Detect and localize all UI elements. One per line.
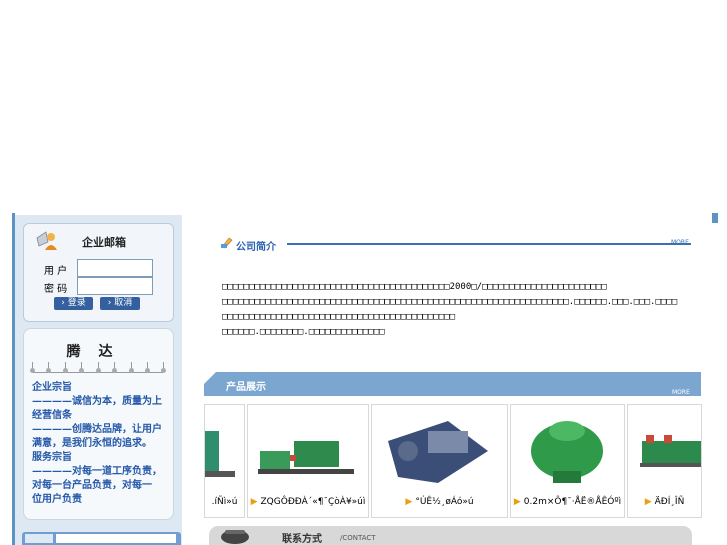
products-title: 产品展示 xyxy=(226,382,266,393)
search-label-box xyxy=(25,534,53,543)
motto-line: 服务宗旨 xyxy=(32,452,72,463)
intro-line: □□□□□□□□□□□□□□□□□□□□□□□□□□□□□□□□□□□□□□□□… xyxy=(222,312,455,322)
products-more-link[interactable]: MORE xyxy=(672,389,690,396)
product-label: ▶ 0.2m×Ô¶¯·ÅË®ÅÊÓºì xyxy=(513,497,622,507)
motto-line: 企业宗旨 xyxy=(32,382,72,393)
product-image xyxy=(640,435,701,467)
product-card[interactable]: ▶ ÄÐÍ¸ÎÑ xyxy=(627,404,702,518)
product-label-text: 0.2m×Ô¶¯·ÅË®ÅÊÓºì xyxy=(523,497,622,507)
mail-user-icon xyxy=(36,231,57,250)
intro-more-link[interactable]: MORE xyxy=(671,239,689,246)
intro-text: □□□□□□□□□□□□□□□□□□□□□□□□□□□□□□□□□□□□□□□□… xyxy=(222,280,692,340)
cancel-button-label: 取消 xyxy=(114,298,133,308)
search-strip xyxy=(22,532,181,545)
product-label: .íÑì»ú xyxy=(211,497,238,507)
password-label: 密 码 xyxy=(44,284,68,295)
product-card[interactable]: ▶ ZQGÔÐÐÀ´«¶¯ÇòÀ¥»úì xyxy=(247,404,369,518)
cancel-button[interactable]: › 取消 xyxy=(100,297,140,310)
intro-title: 公司简介 xyxy=(236,242,276,253)
product-label-text: ÄÐÍ¸ÎÑ xyxy=(654,497,685,507)
contact-title: 联系方式 xyxy=(282,534,322,545)
product-label-text: °ÚÊ½¸øÁó»ú xyxy=(415,497,474,507)
ruler-decoration xyxy=(30,362,166,373)
product-card[interactable]: .íÑì»ú xyxy=(204,404,245,518)
product-image xyxy=(388,421,488,483)
login-button-label: 登录 xyxy=(67,298,86,308)
motto-line: 满意，是我们永恒的追求。 xyxy=(32,438,152,449)
page-frame-right xyxy=(712,213,718,223)
motto-heading: 腾达 xyxy=(66,344,131,360)
password-input[interactable] xyxy=(77,277,153,295)
product-card[interactable]: ▶ °ÚÊ½¸øÁó»ú xyxy=(371,404,508,518)
motto-line: 对每一台产品负责，对每一 xyxy=(32,480,152,491)
email-login-box: 企业邮箱 用 户 密 码 › 登录 › 取消 xyxy=(23,223,174,322)
motto-line: ————诚信为本，质量为上 xyxy=(32,396,162,407)
product-image xyxy=(531,421,603,483)
motto-text: 企业宗旨 ————诚信为本，质量为上 经营信条 ————创腾达品牌，让用户 满意… xyxy=(32,381,172,507)
product-label: ▶ ÄÐÍ¸ÎÑ xyxy=(644,497,685,507)
motto-line: 位用户负责 xyxy=(32,494,82,505)
intro-divider xyxy=(287,243,691,245)
contact-subtitle: /CONTACT xyxy=(340,534,376,542)
intro-line: □□□□□□.□□□□□□□□.□□□□□□□□□□□□□□ xyxy=(222,327,385,337)
product-label: ▶ ZQGÔÐÐÀ´«¶¯ÇòÀ¥»úì xyxy=(250,497,366,507)
motto-line: ————创腾达品牌，让用户 xyxy=(32,424,162,435)
login-button[interactable]: › 登录 xyxy=(54,297,93,310)
company-motto-box: 腾达 企业宗旨 ————诚信为本，质量为上 经营信条 ————创腾达品牌，让用户… xyxy=(23,328,174,520)
product-image xyxy=(258,441,354,474)
product-label-text: ZQGÔÐÐÀ´«¶¯ÇòÀ¥»úì xyxy=(260,497,366,507)
telephone-icon xyxy=(221,530,249,544)
products-header-bar xyxy=(204,372,701,396)
search-input[interactable] xyxy=(56,534,176,543)
intro-line: □□□□□□□□□□□□□□□□□□□□□□□□□□□□□□□□□□□□□□□□… xyxy=(222,297,678,307)
login-title: 企业邮箱 xyxy=(82,236,126,249)
motto-line: ————对每一道工序负责， xyxy=(32,466,162,477)
motto-line: 经营信条 xyxy=(32,410,72,421)
product-label: ▶ °ÚÊ½¸øÁó»ú xyxy=(405,497,474,507)
product-image xyxy=(205,431,235,477)
intro-line: □□□□□□□□□□□□□□□□□□□□□□□□□□□□□□□□□□□□□□□□… xyxy=(222,282,607,292)
pen-icon xyxy=(221,237,233,249)
product-card[interactable]: ▶ 0.2m×Ô¶¯·ÅË®ÅÊÓºì xyxy=(510,404,625,518)
username-label: 用 户 xyxy=(44,266,68,277)
username-input[interactable] xyxy=(77,259,153,277)
